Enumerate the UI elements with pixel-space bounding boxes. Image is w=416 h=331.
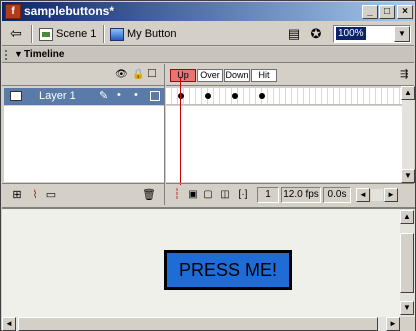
scroll-up-button[interactable]: ▲: [401, 86, 415, 100]
playhead[interactable]: [180, 78, 181, 185]
breadcrumb-scene[interactable]: Scene 1: [39, 26, 96, 42]
stage-scroll-left-button[interactable]: ◄: [2, 317, 16, 331]
button-symbol-icon: [110, 27, 124, 41]
lock-icon[interactable]: 🔒: [132, 69, 144, 80]
symbol-label: My Button: [127, 28, 177, 40]
timeline-panel-header[interactable]: ▼ Timeline: [2, 47, 414, 63]
frame-label-hit[interactable]: Hit: [251, 69, 277, 82]
center-frame-icon[interactable]: ┆: [170, 188, 184, 202]
outline-icon[interactable]: □: [148, 66, 156, 79]
frame-toolbar: ┆ ▣ ▢ ◫ [·] 1 12.0 fps 0.0s ◄ ►: [166, 183, 414, 205]
layer-name[interactable]: Layer 1: [39, 90, 76, 102]
collapse-triangle-icon[interactable]: ▼: [14, 49, 23, 59]
scroll-right-button[interactable]: ►: [384, 188, 398, 202]
edit-symbols-icon[interactable]: ✪: [307, 26, 325, 42]
stage-vertical-scrollbar[interactable]: ▲ ▼: [400, 207, 415, 317]
stage-scroll-down-button[interactable]: ▼: [400, 301, 414, 315]
edit-multiple-frames-icon[interactable]: ◫: [218, 188, 232, 202]
motion-guide-icon[interactable]: ⌇: [28, 188, 42, 202]
timeline-menu-icon[interactable]: ⇶: [400, 69, 408, 80]
back-arrow-icon[interactable]: ⇦: [6, 25, 26, 43]
frame-area: Up Over Down Hit ⇶ ▲ ▼ ┆ ▣ ▢ ◫ [·] 1 12.…: [166, 64, 415, 205]
lock-dot[interactable]: •: [134, 89, 138, 101]
keyframe-up[interactable]: [178, 93, 184, 99]
edit-bar: ⇦ Scene 1 My Button ▤ ✪ 100% ▼: [2, 22, 414, 46]
layer-header: 👁 🔒 □: [2, 64, 165, 86]
layer-list: 👁 🔒 □ Layer 1 ✎ • • ⊞ ⌇ ▭ 🗑: [2, 64, 165, 205]
panel-grip-icon[interactable]: [5, 50, 11, 60]
stage-scroll-right-button[interactable]: ►: [386, 317, 400, 331]
toolbar-separator: [103, 25, 105, 43]
app-window: f samplebuttons* _ □ × ⇦ Scene 1 My Butt…: [0, 0, 416, 331]
timeline-title: Timeline: [24, 49, 65, 60]
stage-vscroll-thumb[interactable]: [400, 233, 414, 293]
onion-skin-icon[interactable]: ▣: [186, 188, 200, 202]
zoom-select[interactable]: 100% ▼: [333, 25, 411, 43]
frame-label-up[interactable]: Up: [170, 69, 196, 82]
timeline-panel: 👁 🔒 □ Layer 1 ✎ • • ⊞ ⌇ ▭ 🗑 Up Over Down…: [2, 64, 415, 205]
layer-icon: [10, 91, 22, 101]
scroll-down-button[interactable]: ▼: [401, 169, 415, 183]
stage-scroll-up-button[interactable]: ▲: [400, 210, 414, 224]
elapsed-time: 0.0s: [323, 187, 351, 203]
scroll-left-button[interactable]: ◄: [356, 188, 370, 202]
scrollbar-corner: [400, 317, 415, 331]
edit-scene-icon[interactable]: ▤: [285, 26, 303, 42]
folder-icon[interactable]: ▭: [44, 188, 58, 202]
onion-skin-outlines-icon[interactable]: ▢: [201, 188, 215, 202]
scene-icon: [39, 27, 53, 41]
stage[interactable]: PRESS ME!: [2, 207, 400, 317]
toolbar-separator: [31, 25, 33, 43]
trash-icon[interactable]: 🗑: [142, 188, 156, 202]
window-title: samplebuttons*: [24, 4, 115, 18]
layer-list-empty-area: [4, 106, 164, 182]
frame-label-over[interactable]: Over: [197, 69, 223, 82]
add-layer-icon[interactable]: ⊞: [10, 188, 24, 202]
visibility-dot[interactable]: •: [117, 89, 121, 101]
layer-toolbar: ⊞ ⌇ ▭ 🗑: [2, 183, 165, 205]
frame-label-down[interactable]: Down: [224, 69, 250, 82]
minimize-button[interactable]: _: [362, 5, 378, 19]
frame-empty-area: [166, 106, 402, 182]
timeline-hscroll-track[interactable]: [371, 189, 383, 201]
frame-header: Up Over Down Hit ⇶: [166, 64, 414, 86]
breadcrumb-symbol[interactable]: My Button: [110, 26, 177, 42]
stage-hscroll-thumb[interactable]: [18, 317, 378, 331]
maximize-button[interactable]: □: [379, 5, 395, 19]
press-me-button[interactable]: PRESS ME!: [164, 250, 292, 290]
keyframe-over[interactable]: [205, 93, 211, 99]
keyframe-down[interactable]: [232, 93, 238, 99]
chevron-down-icon[interactable]: ▼: [394, 26, 410, 42]
flash-app-icon: f: [5, 4, 21, 19]
close-button[interactable]: ×: [397, 5, 413, 19]
layer-row[interactable]: Layer 1 ✎ • •: [4, 88, 164, 105]
frame-rate[interactable]: 12.0 fps: [281, 187, 321, 203]
stage-horizontal-scrollbar[interactable]: ◄ ►: [2, 317, 400, 331]
eye-icon[interactable]: 👁: [115, 69, 128, 80]
keyframe-hit[interactable]: [259, 93, 265, 99]
scene-label: Scene 1: [56, 28, 97, 40]
title-bar[interactable]: f samplebuttons* _ □ ×: [2, 2, 414, 21]
frame-row[interactable]: [166, 88, 402, 105]
onion-markers-icon[interactable]: [·]: [234, 188, 252, 202]
zoom-value: 100%: [336, 27, 366, 40]
outline-color-swatch[interactable]: [150, 91, 160, 101]
timeline-vertical-scrollbar[interactable]: ▲ ▼: [401, 86, 415, 183]
current-frame: 1: [257, 187, 279, 203]
pencil-icon: ✎: [99, 90, 109, 102]
